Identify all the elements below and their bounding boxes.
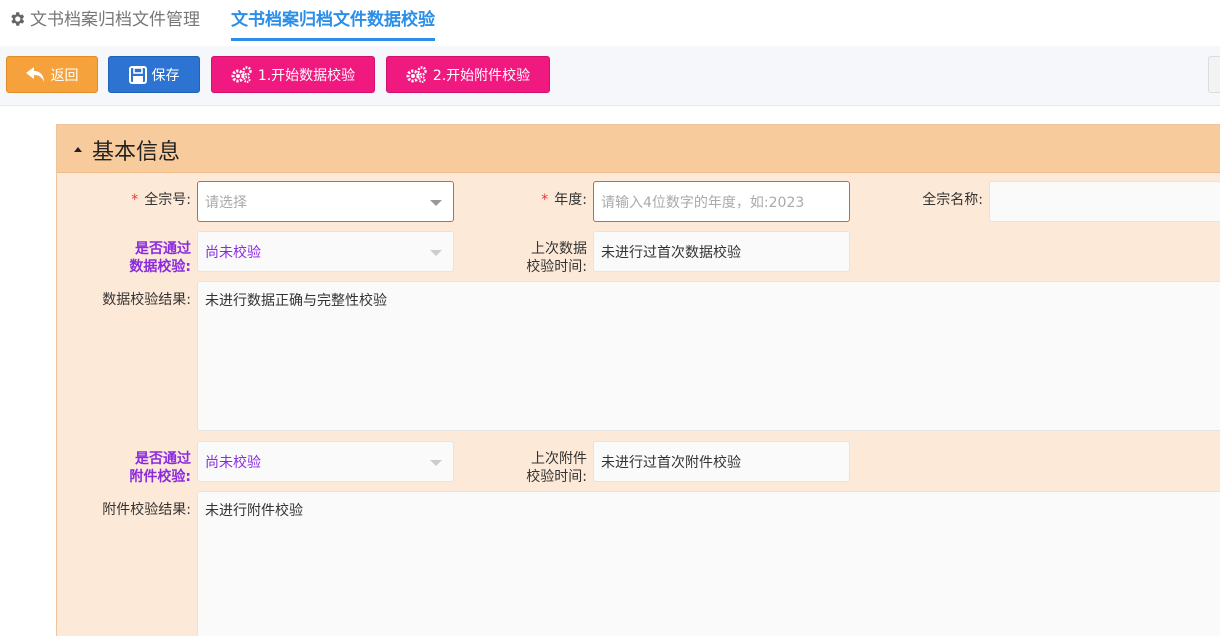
last-data-check-label: 上次数据 校验时间: bbox=[526, 241, 587, 275]
chevron-down-icon bbox=[430, 199, 442, 206]
basic-info-panel: 基本信息 * 全宗号: 请选择 * 年度: 请输入4位数字的年度，如:2023 全宗… bbox=[56, 124, 1220, 636]
last-attach-check-value: 未进行过首次附件校验 bbox=[601, 454, 741, 471]
start-attachment-check-label: 2.开始附件校验 bbox=[432, 67, 531, 84]
start-data-check-label: 1.开始数据校验 bbox=[257, 67, 356, 84]
chevron-down-icon bbox=[430, 459, 442, 466]
attach-result-textarea[interactable]: 未进行附件校验 bbox=[197, 491, 1220, 636]
year-placeholder: 请输入4位数字的年度，如:2023 bbox=[601, 194, 805, 211]
fonds-name-field[interactable] bbox=[989, 181, 1220, 222]
tab-archive-data-validation[interactable]: 文书档案归档文件数据校验 bbox=[231, 0, 435, 44]
gear-icon bbox=[8, 3, 26, 43]
save-button-label: 保存 bbox=[151, 67, 180, 84]
required-mark: * bbox=[541, 192, 549, 208]
start-data-check-button[interactable]: 1.开始数据校验 bbox=[211, 56, 375, 93]
fonds-no-select[interactable]: 请选择 bbox=[197, 181, 454, 222]
panel-title: 基本信息 bbox=[92, 140, 181, 165]
data-passed-label: 是否通过 数据校验: bbox=[129, 241, 191, 275]
gears-icon bbox=[406, 65, 428, 84]
required-mark: * bbox=[131, 192, 139, 208]
last-data-check-value: 未进行过首次数据校验 bbox=[601, 244, 741, 261]
toolbar-right-button[interactable] bbox=[1208, 56, 1220, 93]
fonds-no-placeholder: 请选择 bbox=[205, 194, 247, 211]
year-label: * 年度: bbox=[541, 192, 587, 208]
panel-header[interactable]: 基本信息 bbox=[57, 125, 1220, 173]
year-input[interactable]: 请输入4位数字的年度，如:2023 bbox=[593, 181, 850, 222]
attach-passed-label: 是否通过 附件校验: bbox=[129, 451, 191, 485]
back-button-label: 返回 bbox=[50, 67, 79, 84]
data-passed-value: 尚未校验 bbox=[205, 244, 261, 261]
floppy-disk-icon bbox=[128, 65, 147, 84]
last-data-check-field[interactable]: 未进行过首次数据校验 bbox=[593, 231, 850, 272]
attach-result-label: 附件校验结果: bbox=[102, 502, 191, 518]
tab-label: 文书档案归档文件管理 bbox=[30, 10, 200, 30]
attach-passed-select[interactable]: 尚未校验 bbox=[197, 441, 454, 482]
last-attach-check-field[interactable]: 未进行过首次附件校验 bbox=[593, 441, 850, 482]
attach-result-value: 未进行附件校验 bbox=[205, 503, 303, 519]
back-arrow-icon bbox=[25, 66, 46, 83]
fonds-name-label: 全宗名称: bbox=[922, 192, 983, 208]
chevron-down-icon bbox=[430, 249, 442, 256]
fonds-no-label: * 全宗号: bbox=[131, 192, 191, 208]
back-button[interactable]: 返回 bbox=[6, 56, 98, 93]
toolbar: 返回 保存 1.开始数据校验 2.开始附件校验 bbox=[0, 46, 1220, 106]
caret-up-icon bbox=[74, 147, 82, 152]
gears-icon bbox=[231, 65, 253, 84]
tab-label: 文书档案归档文件数据校验 bbox=[231, 10, 435, 30]
save-button[interactable]: 保存 bbox=[108, 56, 200, 93]
data-result-textarea[interactable]: 未进行数据正确与完整性校验 bbox=[197, 281, 1220, 431]
attach-passed-value: 尚未校验 bbox=[205, 454, 261, 471]
data-result-label: 数据校验结果: bbox=[102, 292, 191, 308]
tab-bar: 文书档案归档文件管理 文书档案归档文件数据校验 bbox=[0, 0, 1220, 46]
tab-archive-file-management[interactable]: 文书档案归档文件管理 bbox=[8, 0, 200, 44]
last-attach-check-label: 上次附件 校验时间: bbox=[526, 451, 587, 485]
data-passed-select[interactable]: 尚未校验 bbox=[197, 231, 454, 272]
start-attachment-check-button[interactable]: 2.开始附件校验 bbox=[386, 56, 550, 93]
data-result-value: 未进行数据正确与完整性校验 bbox=[205, 293, 387, 309]
